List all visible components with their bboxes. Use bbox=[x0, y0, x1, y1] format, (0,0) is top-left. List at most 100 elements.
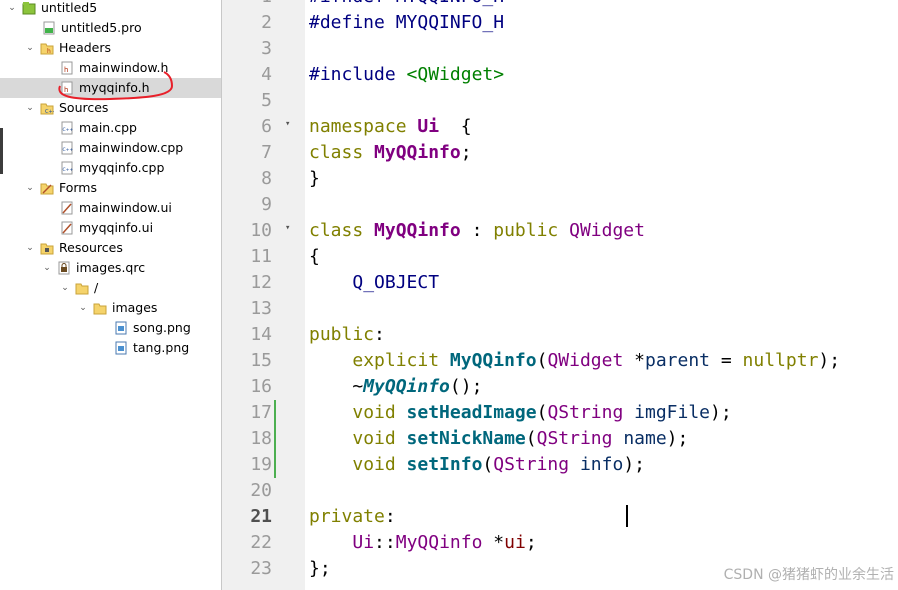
code-line[interactable]: void setNickName(QString name); bbox=[309, 426, 688, 452]
tree-item-file[interactable]: C++ myqqinfo.cpp bbox=[60, 158, 164, 178]
line-number: 20 bbox=[250, 480, 272, 501]
tree-item-label: / bbox=[94, 280, 99, 295]
tree-item-file[interactable]: mainwindow.ui bbox=[60, 198, 172, 218]
code-line[interactable]: class MyQQinfo; bbox=[309, 140, 472, 166]
code-token: void bbox=[352, 402, 407, 423]
tree-item-project[interactable]: ⌄ untitled5 bbox=[7, 0, 97, 18]
code-editor[interactable]: 123456▾78910▾11121314151617181920212223 … bbox=[222, 0, 898, 590]
tree-item-label: tang.png bbox=[133, 340, 190, 355]
code-line[interactable]: class MyQQinfo : public QWidget bbox=[309, 218, 645, 244]
ui-form-file-icon bbox=[61, 201, 73, 215]
tree-item-folder[interactable]: ⌄ images bbox=[78, 298, 157, 318]
line-number: 2 bbox=[261, 12, 272, 33]
line-number: 11 bbox=[250, 246, 272, 267]
code-line[interactable]: Ui::MyQQinfo *ui; bbox=[309, 530, 536, 556]
line-number: 10 bbox=[250, 220, 272, 241]
chevron-down-icon[interactable]: ⌄ bbox=[25, 98, 35, 118]
tree-item-file[interactable]: C++ main.cpp bbox=[60, 118, 137, 138]
tree-item-label: untitled5.pro bbox=[61, 20, 142, 35]
tree-item-pro-file[interactable]: untitled5.pro bbox=[42, 18, 142, 38]
svg-text:C++: C++ bbox=[45, 109, 54, 115]
line-number: 15 bbox=[250, 350, 272, 371]
code-line[interactable]: #include <QWidget> bbox=[309, 62, 504, 88]
line-number: 21 bbox=[250, 506, 272, 527]
code-token: : bbox=[374, 324, 385, 345]
code-token: ; bbox=[460, 142, 472, 163]
code-token: ); bbox=[666, 428, 689, 449]
code-token: imgFile bbox=[634, 402, 710, 423]
svg-text:C++: C++ bbox=[63, 147, 74, 153]
tree-item-file[interactable]: myqqinfo.ui bbox=[60, 218, 153, 238]
tree-item-qrc[interactable]: ⌄ images.qrc bbox=[42, 258, 145, 278]
fold-toggle-icon[interactable]: ▾ bbox=[285, 215, 290, 241]
tree-item-label: mainwindow.cpp bbox=[79, 140, 184, 155]
chevron-down-icon[interactable]: ⌄ bbox=[78, 298, 88, 318]
code-line[interactable]: { bbox=[309, 244, 320, 270]
text-cursor bbox=[626, 505, 628, 527]
folder-forms-icon bbox=[40, 183, 54, 195]
fold-toggle-icon[interactable]: ▾ bbox=[285, 111, 290, 137]
code-token: MyQQinfo bbox=[374, 142, 461, 163]
code-line[interactable]: void setHeadImage(QString imgFile); bbox=[309, 400, 731, 426]
change-indicator-bar bbox=[274, 400, 276, 478]
tree-item-sources[interactable]: ⌄ C++ Sources bbox=[25, 98, 108, 118]
code-token: MyQQinfo bbox=[395, 532, 483, 553]
code-token: name bbox=[623, 428, 667, 449]
code-token: QString bbox=[536, 428, 613, 449]
code-line[interactable]: private: bbox=[309, 504, 396, 530]
folder-icon bbox=[93, 303, 107, 315]
tree-item-forms[interactable]: ⌄ Forms bbox=[25, 178, 97, 198]
qt-project-icon bbox=[22, 2, 36, 15]
code-line[interactable]: #ifndef MYQQINFO_H bbox=[309, 0, 504, 10]
svg-text:C++: C++ bbox=[63, 167, 74, 173]
tree-item-prefix[interactable]: ⌄ / bbox=[60, 278, 98, 298]
chevron-down-icon[interactable]: ⌄ bbox=[7, 0, 17, 18]
chevron-down-icon[interactable]: ⌄ bbox=[42, 258, 52, 278]
chevron-down-icon[interactable]: ⌄ bbox=[25, 238, 35, 258]
tree-item-file[interactable]: C++ mainwindow.cpp bbox=[60, 138, 183, 158]
code-line[interactable]: explicit MyQQinfo(QWidget *parent = null… bbox=[309, 348, 840, 374]
code-line[interactable]: namespace Ui { bbox=[309, 114, 472, 140]
code-line[interactable]: Q_OBJECT bbox=[309, 270, 439, 296]
code-line[interactable]: } bbox=[309, 166, 320, 192]
code-line[interactable]: #define MYQQINFO_H bbox=[309, 10, 504, 36]
code-line[interactable]: ~MyQQinfo(); bbox=[309, 374, 482, 400]
tree-item-label: Sources bbox=[59, 100, 109, 115]
cpp-file-icon: C++ bbox=[61, 161, 74, 175]
tree-item-label: main.cpp bbox=[79, 120, 137, 135]
line-number: 14 bbox=[250, 324, 272, 345]
code-token: #include bbox=[309, 64, 407, 85]
code-token: ); bbox=[818, 350, 841, 371]
code-token: void bbox=[352, 428, 407, 449]
code-token: explicit bbox=[352, 350, 450, 371]
cpp-file-icon: C++ bbox=[61, 121, 73, 135]
chevron-down-icon[interactable]: ⌄ bbox=[25, 178, 35, 198]
line-number: 6 bbox=[261, 116, 272, 137]
chevron-down-icon[interactable]: ⌄ bbox=[25, 38, 35, 58]
ui-form-file-icon bbox=[61, 221, 73, 235]
line-number: 23 bbox=[250, 558, 272, 579]
line-number: 16 bbox=[250, 376, 272, 397]
tree-item-file[interactable]: tang.png bbox=[114, 338, 189, 358]
tree-item-resources[interactable]: ⌄ Resources bbox=[25, 238, 123, 258]
code-token: QWidget bbox=[547, 350, 624, 371]
image-file-icon bbox=[115, 321, 127, 335]
folder-headers-icon: h bbox=[40, 43, 54, 55]
project-tree[interactable]: ⌄ untitled5 untitled5.pro ⌄ h Headers h … bbox=[0, 0, 222, 590]
code-line[interactable]: }; bbox=[309, 556, 331, 582]
chevron-down-icon[interactable]: ⌄ bbox=[60, 278, 70, 298]
tree-item-headers[interactable]: ⌄ h Headers bbox=[25, 38, 111, 58]
line-number: 13 bbox=[250, 298, 272, 319]
code-line[interactable]: void setInfo(QString info); bbox=[309, 452, 645, 478]
code-token: QString bbox=[547, 402, 624, 423]
line-number: 17 bbox=[250, 402, 272, 423]
code-token: * bbox=[482, 532, 505, 553]
code-line[interactable]: public: bbox=[309, 322, 385, 348]
code-token: ( bbox=[525, 428, 537, 449]
folder-sources-icon: C++ bbox=[40, 103, 54, 115]
tree-item-file[interactable]: song.png bbox=[114, 318, 191, 338]
